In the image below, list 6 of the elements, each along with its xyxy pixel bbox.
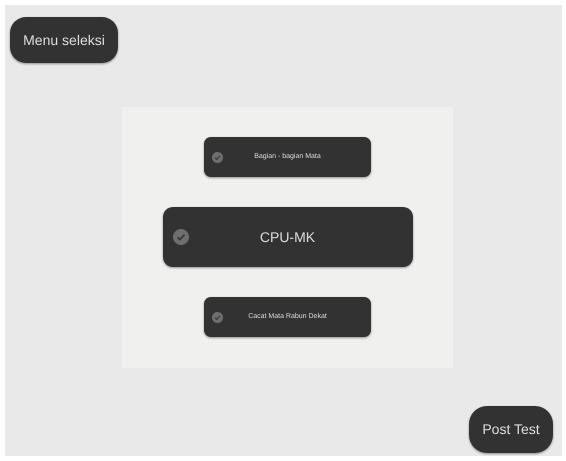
menu-button[interactable]: Menu seleksi [10,17,118,63]
check-icon [212,152,223,162]
check-icon [212,312,223,322]
check-icon [172,229,188,245]
post-test-button[interactable]: Post Test [469,406,553,453]
menu-option[interactable]: CPU-MK [162,207,412,267]
